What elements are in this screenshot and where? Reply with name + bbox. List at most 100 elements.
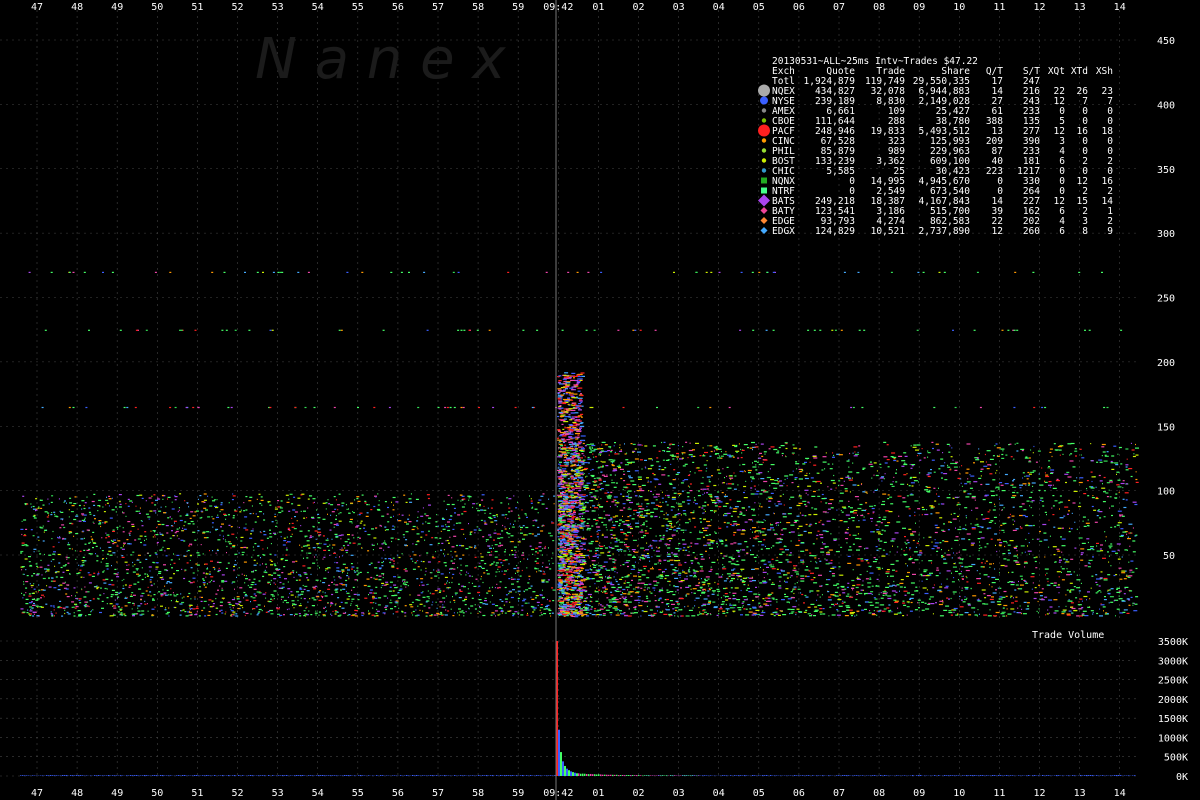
scatter-point <box>106 588 108 590</box>
scatter-point <box>36 563 38 565</box>
scatter-point <box>879 463 882 465</box>
scatter-point <box>958 573 962 575</box>
scatter-point <box>417 528 419 530</box>
scatter-point <box>441 614 444 616</box>
scatter-point <box>459 572 461 574</box>
scatter-point <box>1012 523 1014 526</box>
scatter-point <box>724 595 729 598</box>
scatter-point <box>1064 473 1069 475</box>
scatter-point <box>921 609 925 611</box>
scatter-point <box>521 569 523 572</box>
scatter-point <box>489 601 491 603</box>
scatter-point <box>800 592 802 594</box>
scatter-point <box>808 525 811 527</box>
scatter-point <box>656 461 660 463</box>
scatter-point <box>147 516 151 518</box>
scatter-point <box>530 585 533 587</box>
scatter-point <box>855 586 859 589</box>
scatter-point <box>61 524 65 526</box>
scatter-point <box>277 500 280 502</box>
scatter-point <box>961 465 963 467</box>
scatter-point <box>899 582 904 584</box>
scatter-point <box>153 494 156 496</box>
scatter-point <box>924 602 927 604</box>
scatter-point <box>384 613 386 615</box>
scatter-point <box>417 540 420 542</box>
scatter-point <box>1117 486 1122 488</box>
scatter-point <box>179 603 183 605</box>
scatter-point <box>584 489 586 491</box>
scatter-point <box>622 588 626 591</box>
scatter-point <box>961 599 963 601</box>
scatter-point <box>387 546 390 548</box>
scatter-point <box>39 566 43 568</box>
scatter-point <box>539 609 541 611</box>
scatter-point <box>213 499 216 501</box>
scatter-point <box>30 613 32 615</box>
scatter-point <box>699 530 701 532</box>
scatter-point <box>73 518 77 521</box>
scatter-point <box>723 566 726 568</box>
scatter-point <box>322 558 324 560</box>
scatter-point <box>583 562 586 564</box>
scatter-point <box>637 515 640 517</box>
scatter-point <box>989 458 994 460</box>
scatter-point <box>995 472 997 474</box>
scatter-point <box>996 469 998 472</box>
scatter-point <box>619 468 624 470</box>
scatter-point <box>211 600 214 602</box>
scatter-point <box>797 534 801 536</box>
scatter-point <box>1019 506 1023 508</box>
scatter-point <box>703 536 705 538</box>
scatter-point <box>789 613 791 615</box>
scatter-point <box>411 601 414 603</box>
scatter-point <box>1048 612 1050 614</box>
scatter-point <box>288 573 292 575</box>
scatter-point <box>1081 457 1085 459</box>
scatter-point <box>1047 609 1049 611</box>
scatter-point <box>53 609 55 611</box>
scatter-point <box>437 588 441 590</box>
scatter-point <box>117 597 118 599</box>
scatter-point <box>249 586 253 588</box>
scatter-point <box>740 533 745 535</box>
scatter-point <box>74 604 77 606</box>
scatter-point <box>915 449 919 451</box>
scatter-point <box>450 608 452 610</box>
scatter-point <box>444 555 445 557</box>
scatter-point <box>980 562 983 564</box>
scatter-point <box>357 608 360 610</box>
scatter-point <box>601 605 604 607</box>
scatter-point <box>544 545 546 548</box>
scatter-point <box>373 505 376 508</box>
scatter-point <box>97 573 100 575</box>
scatter-point <box>35 599 39 601</box>
scatter-point <box>651 556 653 558</box>
scatter-point <box>420 560 422 562</box>
scatter-point <box>173 594 175 596</box>
scatter-point <box>71 505 75 507</box>
scatter-point <box>214 505 217 507</box>
scatter-point <box>782 528 787 530</box>
scatter-point <box>973 462 975 464</box>
scatter-point <box>524 513 527 515</box>
scatter-point <box>75 558 77 560</box>
scatter-point <box>661 474 666 476</box>
scatter-point <box>216 499 218 501</box>
scatter-point <box>863 516 865 518</box>
scatter-point <box>752 545 755 547</box>
scatter-point <box>282 601 284 603</box>
scatter-point <box>485 539 489 541</box>
scatter-point <box>780 445 785 447</box>
scatter-point <box>296 591 299 593</box>
scatter-point <box>961 485 963 487</box>
scatter-point <box>212 526 214 528</box>
scatter-point <box>29 583 31 585</box>
scatter-point <box>251 581 255 583</box>
scatter-point <box>543 613 547 615</box>
scatter-point <box>455 555 458 557</box>
scatter-point <box>720 455 724 457</box>
scatter-point <box>804 489 809 491</box>
scatter-point <box>355 526 359 528</box>
scatter-point <box>402 579 406 581</box>
